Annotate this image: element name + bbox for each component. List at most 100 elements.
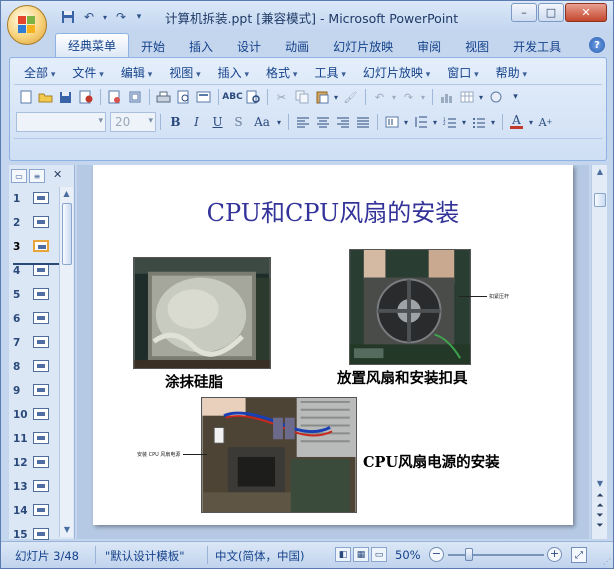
previous-slide-icon[interactable]: ⏶ ⏶ (592, 491, 608, 511)
resize-grip-icon[interactable]: ⋰ (603, 557, 611, 566)
caption-grease[interactable]: 涂抹硅脂 (165, 371, 223, 392)
tab-view[interactable]: 视图 (453, 35, 501, 57)
format-painter-icon[interactable]: 🖌 (341, 88, 360, 106)
slide-thumbnail[interactable]: 3 (9, 235, 59, 259)
font-color-dropdown-icon[interactable]: ▾ (527, 113, 535, 131)
slide-thumbnail[interactable]: 5 (9, 283, 59, 307)
outline-tab-icon[interactable]: ≡ (29, 169, 45, 183)
slide-show-icon[interactable]: ▭ (371, 547, 387, 562)
zoom-level[interactable]: 50% (395, 548, 421, 562)
slide-thumbnail[interactable]: 13 (9, 475, 59, 499)
scroll-up-icon[interactable]: ▲ (592, 165, 608, 179)
maximize-button[interactable]: □ (538, 3, 564, 22)
undo-dropdown-icon[interactable]: ▾ (390, 88, 398, 106)
help-icon[interactable]: ? (589, 37, 605, 53)
zoom-in-icon[interactable]: + (547, 547, 562, 562)
minimize-button[interactable]: – (511, 3, 537, 22)
insert-table-icon[interactable] (457, 88, 476, 106)
underline-button[interactable]: U (207, 112, 228, 132)
bold-button[interactable]: B (165, 112, 186, 132)
align-left-icon[interactable] (293, 113, 312, 131)
grow-font-icon[interactable]: A + (536, 113, 555, 131)
editor-scrollbar[interactable]: ▲ ⏶ ⏶ ⏷ ⏷ ▼ (591, 165, 607, 539)
tab-developer[interactable]: 开发工具 (501, 35, 573, 57)
open-icon[interactable] (36, 88, 55, 106)
redo-icon[interactable]: ↷ (399, 88, 418, 106)
line-spacing-dropdown-icon[interactable]: ▾ (431, 113, 439, 131)
redo-dropdown-icon[interactable]: ▾ (419, 88, 427, 106)
change-case-button[interactable]: Aa (249, 112, 275, 132)
tab-home[interactable]: 开始 (129, 35, 177, 57)
next-slide-icon[interactable]: ⏷ ⏷ (592, 511, 608, 531)
menu-window[interactable]: 窗口 (441, 64, 489, 81)
line-spacing-icon[interactable] (411, 113, 430, 131)
close-panel-icon[interactable]: ✕ (53, 168, 62, 181)
menu-all[interactable]: 全部 (18, 64, 66, 81)
spelling-icon[interactable]: ABC (222, 88, 242, 106)
zoom-slider-knob[interactable] (465, 548, 473, 561)
numbering-dropdown-icon[interactable]: ▾ (460, 113, 468, 131)
scroll-down-icon[interactable]: ▼ (592, 477, 608, 491)
menu-file[interactable]: 文件 (66, 64, 114, 81)
copy-icon[interactable] (292, 88, 311, 106)
undo-icon[interactable]: ↶ (80, 8, 98, 26)
cut-icon[interactable]: ✂ (272, 88, 291, 106)
font-name-field[interactable]: ▾ (16, 112, 106, 132)
text-direction-dropdown-icon[interactable]: ▾ (402, 113, 410, 131)
bullets-dropdown-icon[interactable]: ▾ (489, 113, 497, 131)
slide-sorter-icon[interactable]: ▦ (353, 547, 369, 562)
slides-tab-icon[interactable]: ▭ (11, 169, 27, 183)
redo-icon[interactable]: ↷ (112, 8, 130, 26)
normal-view-icon[interactable]: ◧ (335, 547, 351, 562)
zoom-slider-track[interactable] (448, 554, 544, 556)
change-case-dropdown-icon[interactable]: ▾ (275, 113, 283, 131)
tab-animations[interactable]: 动画 (273, 35, 321, 57)
undo-icon[interactable]: ↶ (370, 88, 389, 106)
caption-power[interactable]: CPU风扇电源的安装 (363, 451, 500, 472)
tab-classic-menu[interactable]: 经典菜单 (55, 33, 130, 57)
insert-table-dropdown-icon[interactable]: ▾ (477, 88, 485, 106)
tab-design[interactable]: 设计 (225, 35, 273, 57)
slide-title[interactable]: CPU和CPU风扇的安装 (93, 193, 573, 228)
justify-icon[interactable] (353, 113, 372, 131)
font-size-field[interactable]: 20 ▾ (110, 112, 156, 132)
email-icon[interactable] (105, 88, 124, 106)
menu-help[interactable]: 帮助 (490, 64, 527, 81)
zoom-icon[interactable]: ▾ (506, 88, 525, 106)
slide-thumbnail[interactable]: 11 (9, 427, 59, 451)
menu-view[interactable]: 视图 (163, 64, 211, 81)
permission-icon[interactable] (76, 88, 95, 106)
zoom-out-icon[interactable]: − (429, 547, 444, 562)
insert-chart-icon[interactable] (437, 88, 456, 106)
menu-edit[interactable]: 编辑 (115, 64, 163, 81)
scroll-down-icon[interactable]: ▼ (60, 523, 74, 537)
slide-view-icon[interactable] (194, 88, 213, 106)
bullets-icon[interactable] (469, 113, 488, 131)
slide-thumbnail[interactable]: 2 (9, 211, 59, 235)
language-status[interactable]: 中文(简体，中国) (215, 548, 304, 564)
align-center-icon[interactable] (313, 113, 332, 131)
text-direction-icon[interactable] (382, 113, 401, 131)
close-button[interactable]: ✕ (565, 3, 607, 22)
slide-thumbnail[interactable]: 12 (9, 451, 59, 475)
undo-dropdown-icon[interactable]: ▾ (101, 8, 109, 26)
cpu-grease-photo[interactable] (133, 257, 271, 369)
slide-thumbnail[interactable]: 14 (9, 499, 59, 523)
tab-insert[interactable]: 插入 (177, 35, 225, 57)
menu-format[interactable]: 格式 (260, 64, 308, 81)
numbering-icon[interactable]: 12 (440, 113, 459, 131)
print-icon[interactable] (154, 88, 173, 106)
customize-dropdown-icon[interactable]: ▾ (133, 8, 145, 26)
shadow-button[interactable]: S (228, 112, 249, 132)
slide-thumbnail[interactable]: 1 (9, 187, 59, 211)
research-icon[interactable] (243, 88, 262, 106)
menu-slide-show[interactable]: 幻灯片放映 (357, 64, 441, 81)
tab-slide-show[interactable]: 幻灯片放映 (321, 35, 405, 57)
paste-dropdown-icon[interactable]: ▾ (332, 88, 340, 106)
publish-icon[interactable] (125, 88, 144, 106)
office-button[interactable] (7, 5, 47, 45)
italic-button[interactable]: I (186, 112, 207, 132)
scroll-thumb[interactable] (62, 203, 72, 265)
scroll-thumb[interactable] (594, 193, 606, 207)
fit-to-window-icon[interactable]: ⤢ (571, 547, 587, 563)
